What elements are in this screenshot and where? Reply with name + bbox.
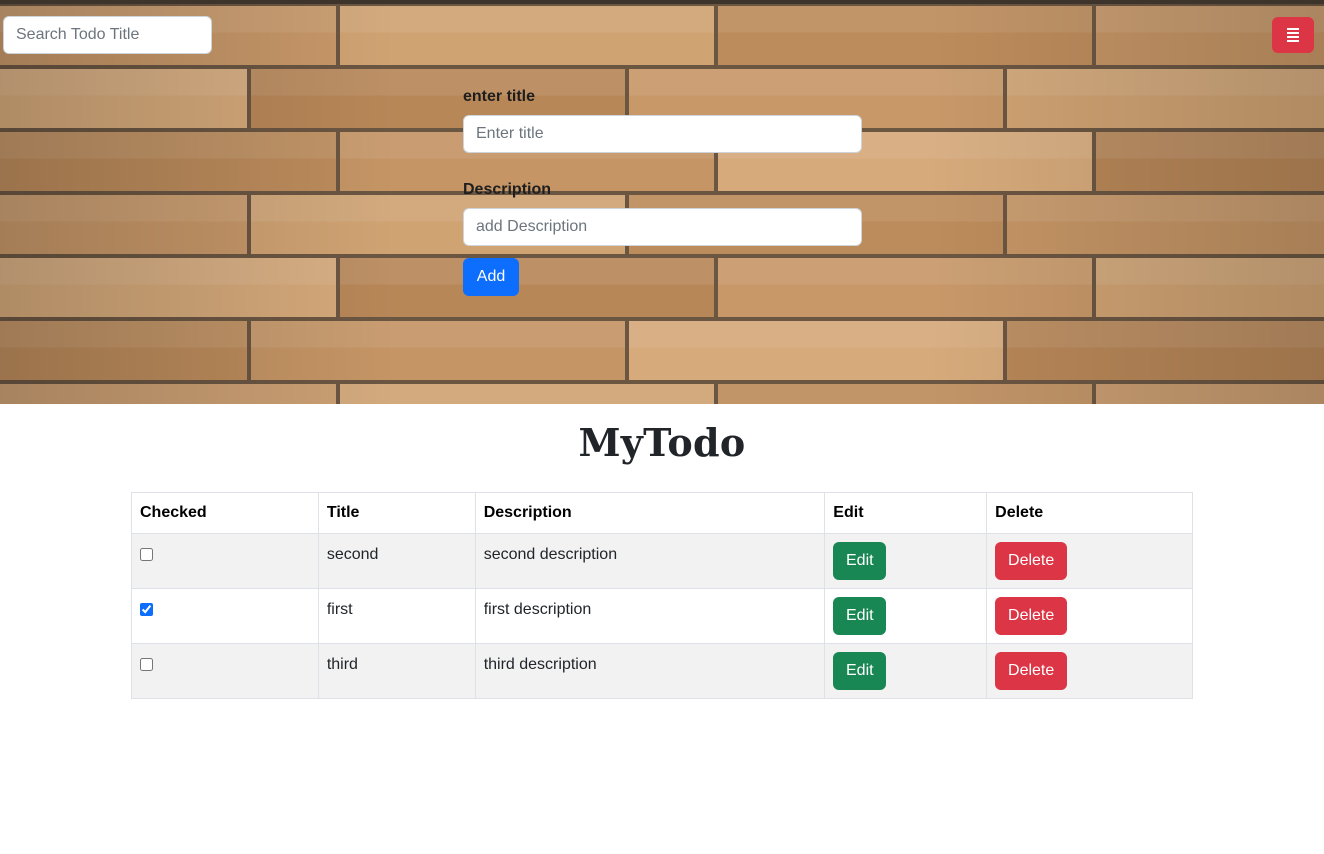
edit-button[interactable]: Edit: [833, 542, 887, 580]
todo-table: Checked Title Description Edit Delete se…: [131, 492, 1193, 699]
menu-button[interactable]: [1272, 17, 1314, 53]
table-row: first first description Edit Delete: [131, 588, 1193, 644]
todo-title: second: [317, 533, 476, 589]
todo-description: second description: [474, 533, 826, 589]
description-label: Description: [463, 181, 552, 198]
delete-button[interactable]: Delete: [995, 652, 1068, 690]
todo-checkbox[interactable]: [140, 658, 153, 671]
table-row: third third description Edit Delete: [131, 643, 1193, 699]
todo-description: third description: [474, 643, 826, 699]
header-edit: Edit: [824, 492, 988, 534]
todo-checkbox[interactable]: [140, 548, 153, 561]
todo-checkbox[interactable]: [140, 603, 153, 616]
add-button[interactable]: Add: [463, 258, 519, 296]
todo-title: first: [317, 588, 476, 644]
search-input[interactable]: [3, 16, 212, 54]
todo-description: first description: [474, 588, 826, 644]
title-label: enter title: [463, 88, 536, 105]
title-input[interactable]: [463, 115, 862, 153]
menu-icon: [1287, 28, 1299, 42]
delete-button[interactable]: Delete: [995, 542, 1068, 580]
header-description: Description: [474, 492, 826, 534]
delete-button[interactable]: Delete: [995, 597, 1068, 635]
header-checked: Checked: [131, 492, 319, 534]
add-todo-form: enter title Description Add: [463, 88, 862, 296]
hero-banner: enter title Description Add: [0, 0, 1324, 404]
table-header-row: Checked Title Description Edit Delete: [131, 492, 1193, 534]
header-title: Title: [317, 492, 476, 534]
edit-button[interactable]: Edit: [833, 597, 887, 635]
edit-button[interactable]: Edit: [833, 652, 887, 690]
todo-title: third: [317, 643, 476, 699]
header-delete: Delete: [986, 492, 1193, 534]
page-title: MyTodo: [578, 420, 746, 465]
table-row: second second description Edit Delete: [131, 533, 1193, 589]
description-input[interactable]: [463, 208, 862, 246]
